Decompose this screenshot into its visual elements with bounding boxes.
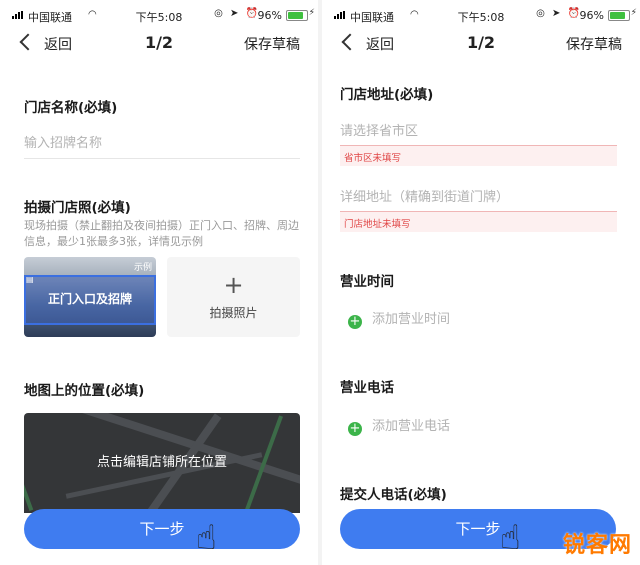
store-name-input[interactable]: 输入招牌名称 <box>24 132 102 151</box>
input-underline <box>24 158 300 159</box>
watermark-logo: 锐客网 <box>562 533 632 558</box>
pointing-hand-icon: ☝ <box>500 518 521 558</box>
save-draft-button[interactable]: 保存草稿 <box>244 34 300 54</box>
add-business-hours-label: 添加营业时间 <box>372 312 451 327</box>
sample-photo[interactable]: ▤ 示例 正门入口及招牌 <box>24 257 156 337</box>
status-icons: ◎ ➤ ⏰ <box>536 8 582 19</box>
take-photo-button[interactable]: + 拍摄照片 <box>167 257 300 337</box>
storefront-sign-graphic: ▤ <box>26 275 34 284</box>
nav-bar: 返回 1/2 保存草稿 <box>0 30 318 58</box>
next-step-button[interactable]: 下一步 <box>24 509 300 549</box>
business-hours-label: 营业时间 <box>340 274 394 290</box>
business-phone-label: 营业电话 <box>340 380 394 396</box>
screen-left: 中国联通 ◠ 下午5:08 ◎ ➤ ⏰ 96% ⚡ 返回 1/2 保存草稿 门店… <box>0 0 318 565</box>
save-draft-button[interactable]: 保存草稿 <box>566 34 622 54</box>
status-bar: 中国联通 ◠ 下午5:08 ◎ ➤ ⏰ 96% ⚡ <box>322 0 640 30</box>
status-icons: ◎ ➤ ⏰ <box>214 8 260 19</box>
status-bar: 中国联通 ◠ 下午5:08 ◎ ➤ ⏰ 96% ⚡ <box>0 0 318 30</box>
plus-icon: + <box>223 271 244 299</box>
comparison-view: 中国联通 ◠ 下午5:08 ◎ ➤ ⏰ 96% ⚡ 返回 1/2 保存草稿 门店… <box>0 0 640 565</box>
province-select[interactable]: 请选择省市区 <box>340 120 418 139</box>
battery-icon <box>608 10 630 21</box>
screen-right: 中国联通 ◠ 下午5:08 ◎ ➤ ⏰ 96% ⚡ 返回 1/2 保存草稿 门店… <box>322 0 640 565</box>
nav-bar: 返回 1/2 保存草稿 <box>322 30 640 58</box>
province-error: 省市区未填写 <box>340 145 617 166</box>
detail-address-error: 门店地址未填写 <box>340 211 617 232</box>
store-photo-hint: 现场拍摄（禁止翻拍及夜间拍摄）正门入口、招牌、周边信息，最少1张最多3张，详情见… <box>24 219 299 248</box>
add-circle-icon: + <box>348 314 362 329</box>
battery-percent: 96% <box>579 9 604 22</box>
battery-icon <box>286 10 308 21</box>
add-business-phone-label: 添加营业电话 <box>372 419 451 434</box>
store-address-label: 门店地址(必填) <box>340 87 434 103</box>
sample-tag: 示例 <box>133 263 152 273</box>
add-circle-icon: + <box>348 421 362 436</box>
store-photo-label: 拍摄门店照(必填) <box>24 200 131 216</box>
map-view[interactable]: 点击编辑店铺所在位置 <box>24 413 300 513</box>
sample-caption: 正门入口及招牌 <box>47 292 132 306</box>
map-location-label: 地图上的位置(必填) <box>24 383 145 399</box>
store-name-label: 门店名称(必填) <box>24 100 118 116</box>
province-error-text: 省市区未填写 <box>344 153 402 164</box>
take-photo-label: 拍摄照片 <box>209 306 258 320</box>
pointing-hand-icon: ☝ <box>196 518 217 558</box>
charging-icon: ⚡ <box>308 8 315 18</box>
add-business-hours-button[interactable]: + 添加营业时间 <box>348 308 450 329</box>
battery-percent: 96% <box>257 9 282 22</box>
add-business-phone-button[interactable]: + 添加营业电话 <box>348 415 450 436</box>
map-hint: 点击编辑店铺所在位置 <box>96 455 227 470</box>
submitter-phone-label: 提交人电话(必填) <box>340 487 447 503</box>
charging-icon: ⚡ <box>630 8 637 18</box>
detail-address-input[interactable]: 详细地址（精确到街道门牌） <box>340 186 509 205</box>
detail-address-error-text: 门店地址未填写 <box>344 219 411 230</box>
